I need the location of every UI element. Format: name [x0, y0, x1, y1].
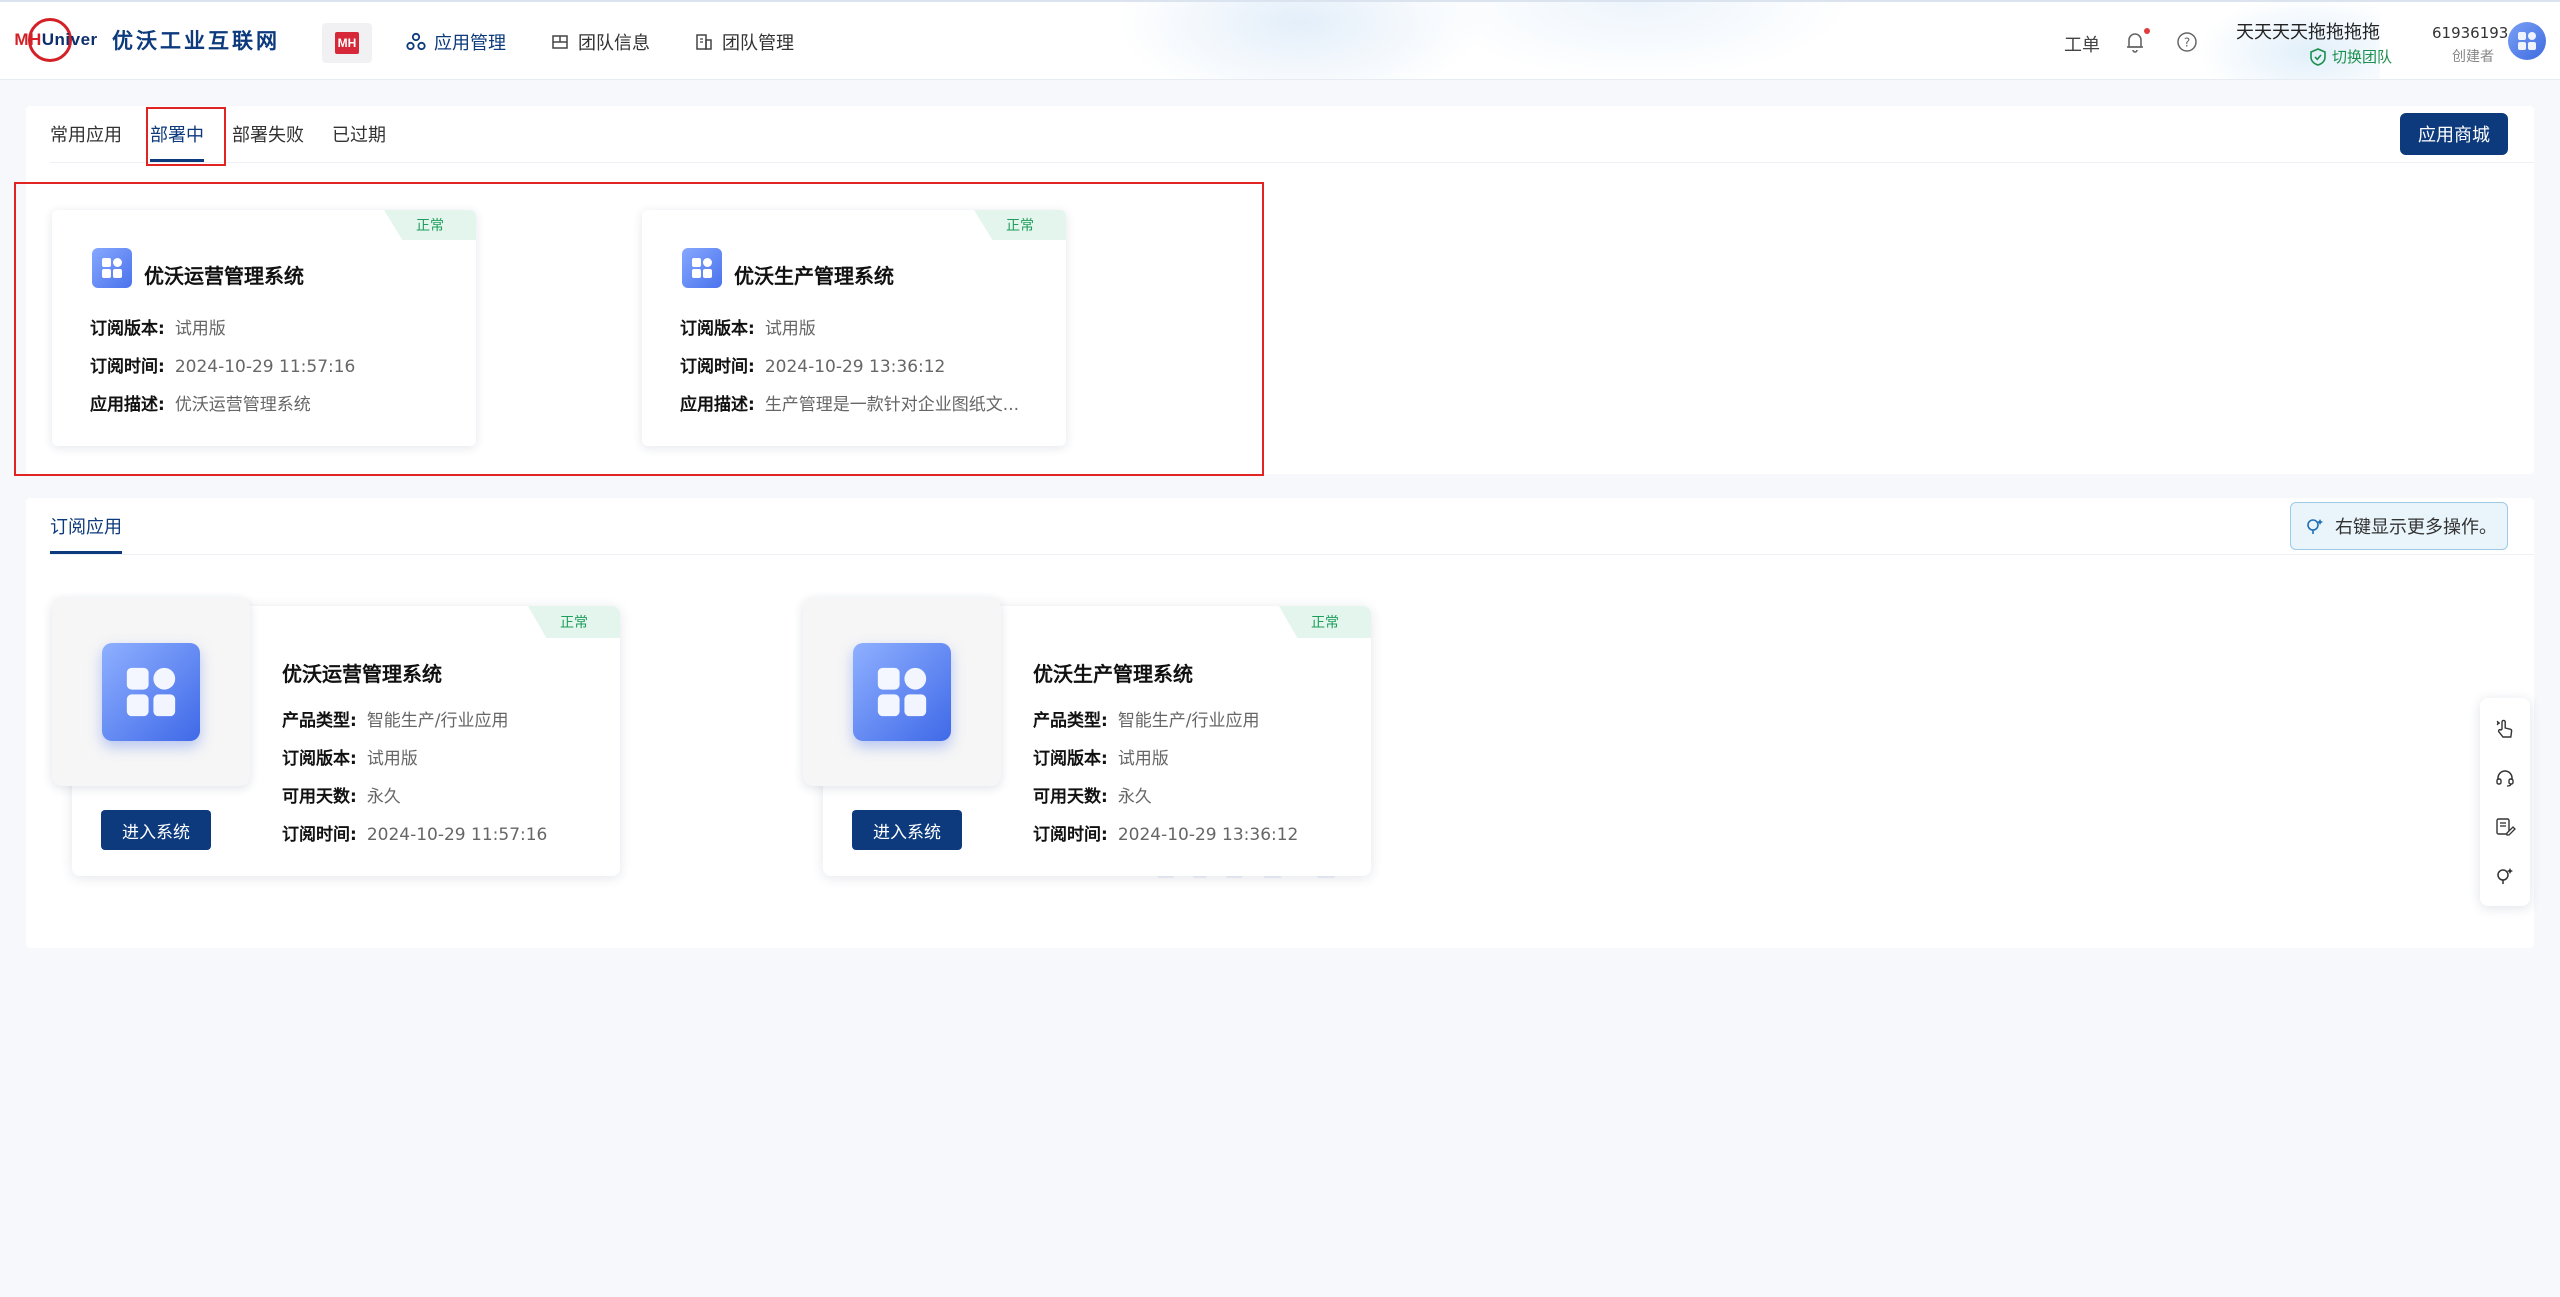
- days-row: 可用天数: 永久: [282, 787, 401, 807]
- tab-subscribed-apps[interactable]: 订阅应用: [50, 498, 122, 554]
- app-thumbnail: [52, 598, 250, 786]
- hint-box: 右键显示更多操作。: [2290, 502, 2508, 550]
- tab-deploy-failed[interactable]: 部署失败: [218, 106, 318, 162]
- tabs-divider: [50, 554, 2534, 555]
- highlight-box-tab: [146, 107, 226, 166]
- avatar[interactable]: [2508, 22, 2546, 60]
- notification-dot: [2144, 28, 2150, 34]
- type-row: 产品类型: 智能生产/行业应用: [282, 711, 509, 731]
- team-info-icon: [550, 32, 570, 52]
- bell-icon[interactable]: [2124, 30, 2146, 54]
- status-badge: 正常: [1279, 606, 1371, 638]
- app-thumbnail: [803, 598, 1001, 786]
- mh-badge-icon: MH: [335, 32, 359, 54]
- time-row: 订阅时间: 2024-10-29 13:36:12: [1033, 825, 1299, 845]
- app-title: 优沃生产管理系统: [1033, 662, 1193, 686]
- headset-icon[interactable]: [2492, 765, 2518, 791]
- nav-team-info[interactable]: 团队信息: [534, 2, 666, 79]
- hint-text: 右键显示更多操作。: [2335, 517, 2497, 538]
- svg-text:?: ?: [2184, 36, 2190, 50]
- highlight-box-cards: [14, 182, 1264, 476]
- days-row: 可用天数: 永久: [1033, 787, 1152, 807]
- user-name: 天天天天拖拖拖拖: [2236, 22, 2380, 43]
- app-icon: [853, 643, 951, 741]
- shield-icon: [2310, 47, 2326, 66]
- enter-system-button[interactable]: 进入系统: [852, 810, 962, 850]
- touch-icon[interactable]: [2492, 716, 2518, 742]
- tabs-divider: [50, 162, 2534, 163]
- app-title: 优沃运营管理系统: [282, 662, 442, 686]
- nav-label: 团队管理: [722, 33, 794, 54]
- main-nav: 应用管理 团队信息 团队管理: [390, 2, 822, 79]
- nav-team-management[interactable]: 团队管理: [678, 2, 810, 79]
- app-store-button[interactable]: 应用商城: [2400, 113, 2508, 155]
- version-row: 订阅版本: 试用版: [282, 749, 418, 769]
- switch-team-label: 切换团队: [2332, 48, 2393, 66]
- tab-common-apps[interactable]: 常用应用: [50, 106, 136, 162]
- logo-text-red: MH: [14, 30, 42, 49]
- app-icon: [102, 643, 200, 741]
- status-badge: 正常: [528, 606, 620, 638]
- app-switch-button[interactable]: MH: [322, 23, 372, 63]
- floating-toolbar: [2480, 698, 2530, 906]
- ticket-link[interactable]: 工单: [2064, 31, 2100, 57]
- tab-expired[interactable]: 已过期: [318, 106, 400, 162]
- logo[interactable]: MHUniver 优沃工业互联网: [14, 16, 280, 64]
- time-row: 订阅时间: 2024-10-29 11:57:16: [282, 825, 548, 845]
- version-row: 订阅版本: 试用版: [1033, 749, 1169, 769]
- type-row: 产品类型: 智能生产/行业应用: [1033, 711, 1260, 731]
- nav-label: 应用管理: [434, 33, 506, 54]
- top-header: MHUniver 优沃工业互联网 MH 应用管理 团队信息 团队管理 工单 ? …: [0, 0, 2560, 80]
- logo-title: 优沃工业互联网: [112, 29, 280, 53]
- logo-mark: MHUniver: [14, 16, 98, 64]
- switch-team-button[interactable]: 切换团队: [2310, 46, 2392, 67]
- nav-app-management[interactable]: 应用管理: [390, 2, 522, 79]
- user-role: 创建者: [2452, 49, 2494, 65]
- help-icon[interactable]: ?: [2176, 31, 2198, 53]
- edit-icon[interactable]: [2492, 814, 2518, 840]
- tip-icon: [2307, 519, 2323, 534]
- tip-icon[interactable]: [2492, 863, 2518, 889]
- logo-text-blue: Univer: [41, 30, 98, 49]
- building-icon: [694, 32, 714, 52]
- user-id: 61936193: [2432, 24, 2509, 42]
- enter-system-button[interactable]: 进入系统: [101, 810, 211, 850]
- apps-icon: [406, 32, 426, 52]
- nav-label: 团队信息: [578, 33, 650, 54]
